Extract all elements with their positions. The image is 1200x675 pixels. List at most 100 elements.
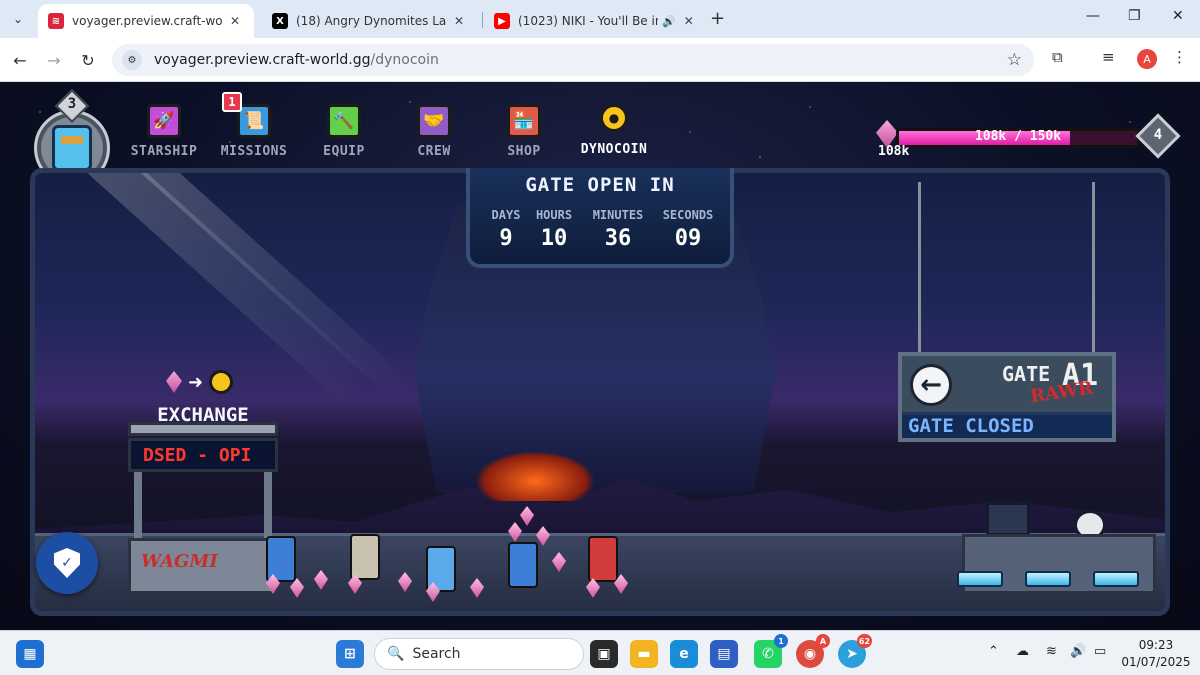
countdown-value: 09 <box>674 226 702 251</box>
gate-status: GATE CLOSED <box>902 412 1112 438</box>
player-avatar <box>52 125 92 171</box>
store-icon[interactable]: ▤ <box>710 640 738 668</box>
tab-separator <box>482 12 483 28</box>
nav-label: EQUIP <box>323 144 365 159</box>
whatsapp-icon[interactable]: ✆ 1 <box>754 634 788 668</box>
rocket-icon: 🚀 <box>147 104 181 138</box>
nav-shop[interactable]: 🏪 SHOP <box>484 104 564 159</box>
handshake-icon: 🤝 <box>417 104 451 138</box>
wifi-icon[interactable]: ≋ <box>1046 644 1057 659</box>
extensions-icon[interactable]: ⧉ <box>1052 48 1063 66</box>
restore-icon[interactable]: ❐ <box>1128 8 1141 24</box>
nav-label: STARSHIP <box>130 144 198 159</box>
crew-member-sprite[interactable] <box>426 546 456 592</box>
browser-tab-strip: ⌄ ≋ voyager.preview.craft-world.gg ✕ X (… <box>0 0 1200 38</box>
crew-member-sprite[interactable] <box>508 542 538 588</box>
browser-toolbar: ← → ↻ ⚙ voyager.preview.craft-world.gg /… <box>0 38 1200 82</box>
edge-icon[interactable]: e <box>670 640 698 668</box>
task-view-icon[interactable]: ▣ <box>590 640 618 668</box>
profile-avatar[interactable]: A <box>1137 49 1157 69</box>
youtube-icon: ▶ <box>494 13 510 29</box>
nav-missions[interactable]: 📜 1 MISSIONS <box>214 92 294 159</box>
widgets-icon[interactable]: ▦ <box>16 640 44 668</box>
xp-current: 108k <box>878 144 910 159</box>
system-clock[interactable]: 09:23 01/07/2025 <box>1116 637 1196 671</box>
exchange-booth[interactable]: ➜ EXCHANGE DSED - OPI WAGMI <box>128 370 278 602</box>
booth-counter: WAGMI <box>128 538 278 594</box>
nav-starship[interactable]: 🚀 STARSHIP <box>124 104 204 159</box>
tab-x-twitter[interactable]: X (18) Angry Dynomites Lab 🦕 c ✕ <box>262 4 478 38</box>
minimize-icon[interactable]: — <box>1086 8 1100 24</box>
nav-label: MISSIONS <box>220 144 288 159</box>
tab-search-chevron-icon[interactable]: ⌄ <box>6 7 30 31</box>
reading-list-icon[interactable]: ≡ <box>1102 48 1115 66</box>
address-bar[interactable]: ⚙ voyager.preview.craft-world.gg /dynoco… <box>112 44 1034 76</box>
monitor-prop <box>986 502 1030 536</box>
countdown-hours: HOURS 10 <box>522 208 586 251</box>
start-icon[interactable]: ⊞ <box>336 640 364 668</box>
notification-badge: 1 <box>222 92 242 112</box>
volume-icon[interactable]: 🔊 <box>1070 644 1086 659</box>
countdown-value: 10 <box>540 226 568 251</box>
battery-icon[interactable]: ▭ <box>1094 644 1106 659</box>
tray-chevron-icon[interactable]: ⌃ <box>988 644 999 659</box>
speaker-icon[interactable]: 🔊 <box>662 15 676 28</box>
reload-icon[interactable]: ↻ <box>76 48 100 72</box>
tab-craft-world[interactable]: ≋ voyager.preview.craft-world.gg ✕ <box>38 4 254 38</box>
taskbar-search[interactable]: 🔍 Search <box>374 638 584 670</box>
clock-date: 01/07/2025 <box>1121 655 1191 669</box>
notification-badge: 1 <box>774 634 788 648</box>
left-arrow-icon[interactable]: ← <box>910 364 952 406</box>
back-arrow-icon[interactable]: ← <box>8 48 32 72</box>
lava-glow <box>475 451 595 501</box>
gate-countdown-panel: GATE OPEN IN DAYS 9 HOURS 10 MINUTES 36 … <box>466 168 734 268</box>
clock-time: 09:23 <box>1138 638 1174 652</box>
security-shield-button[interactable]: ✓ <box>36 532 98 594</box>
teleport-pad[interactable] <box>1025 571 1071 587</box>
close-tab-icon[interactable]: ✕ <box>230 14 240 28</box>
console-desk <box>957 534 1156 594</box>
shield-check-icon: ✓ <box>54 548 80 578</box>
url-host: voyager.preview.craft-world.gg <box>154 52 371 68</box>
onedrive-icon[interactable]: ☁ <box>1016 644 1029 659</box>
countdown-label: HOURS <box>535 208 573 222</box>
crew-member-sprite[interactable] <box>350 534 380 580</box>
game-viewport: 3 🚀 STARSHIP 📜 1 MISSIONS 🔨 EQUIP 🤝 CREW… <box>0 82 1200 630</box>
search-icon: 🔍 <box>387 646 405 662</box>
menu-kebab-icon[interactable]: ⋮ <box>1172 48 1187 66</box>
nav-dynocoin[interactable]: ● DYNOCOIN <box>574 104 654 157</box>
countdown-value: 36 <box>604 226 632 251</box>
close-tab-icon[interactable]: ✕ <box>684 14 694 28</box>
countdown-label: SECONDS <box>662 208 714 222</box>
tab-youtube[interactable]: ▶ (1023) NIKI - You'll Be in My 🔊 ✕ <box>484 4 706 38</box>
bookmark-star-icon[interactable]: ☆ <box>1007 50 1022 70</box>
booth-roof <box>128 422 278 436</box>
nav-label: CREW <box>417 144 451 159</box>
coin-icon: ● <box>600 104 628 132</box>
arrow-right-icon: ➜ <box>188 371 204 393</box>
teleport-pad[interactable] <box>1093 571 1139 587</box>
forward-arrow-icon[interactable]: → <box>42 48 66 72</box>
chrome-icon[interactable]: ◉ A <box>796 634 830 668</box>
tab-title: (18) Angry Dynomites Lab 🦕 c <box>296 14 446 28</box>
close-window-icon[interactable]: ✕ <box>1172 8 1184 24</box>
exchange-ticker: DSED - OPI <box>128 438 278 472</box>
crew-member-sprite[interactable] <box>266 536 296 582</box>
new-tab-button[interactable]: + <box>710 8 725 29</box>
coin-icon <box>209 370 234 394</box>
scroll-icon: 📜 <box>237 104 271 138</box>
nav-crew[interactable]: 🤝 CREW <box>394 104 474 159</box>
shop-icon: 🏪 <box>507 104 541 138</box>
close-tab-icon[interactable]: ✕ <box>454 14 464 28</box>
sign-chain <box>1092 182 1095 354</box>
telegram-icon[interactable]: ➤ 62 <box>838 634 872 668</box>
countdown-label: MINUTES <box>592 208 644 222</box>
gem-icon <box>166 371 182 393</box>
crew-member-sprite[interactable] <box>588 536 618 582</box>
xp-text: 108k / 150k <box>974 129 1062 144</box>
gate-sign[interactable]: ← GATE A1 RAWR GATE CLOSED <box>898 352 1116 442</box>
file-explorer-icon[interactable]: ▬ <box>630 640 658 668</box>
teleport-pad[interactable] <box>957 571 1003 587</box>
nav-equip[interactable]: 🔨 EQUIP <box>304 104 384 159</box>
site-info-icon[interactable]: ⚙ <box>122 50 142 70</box>
